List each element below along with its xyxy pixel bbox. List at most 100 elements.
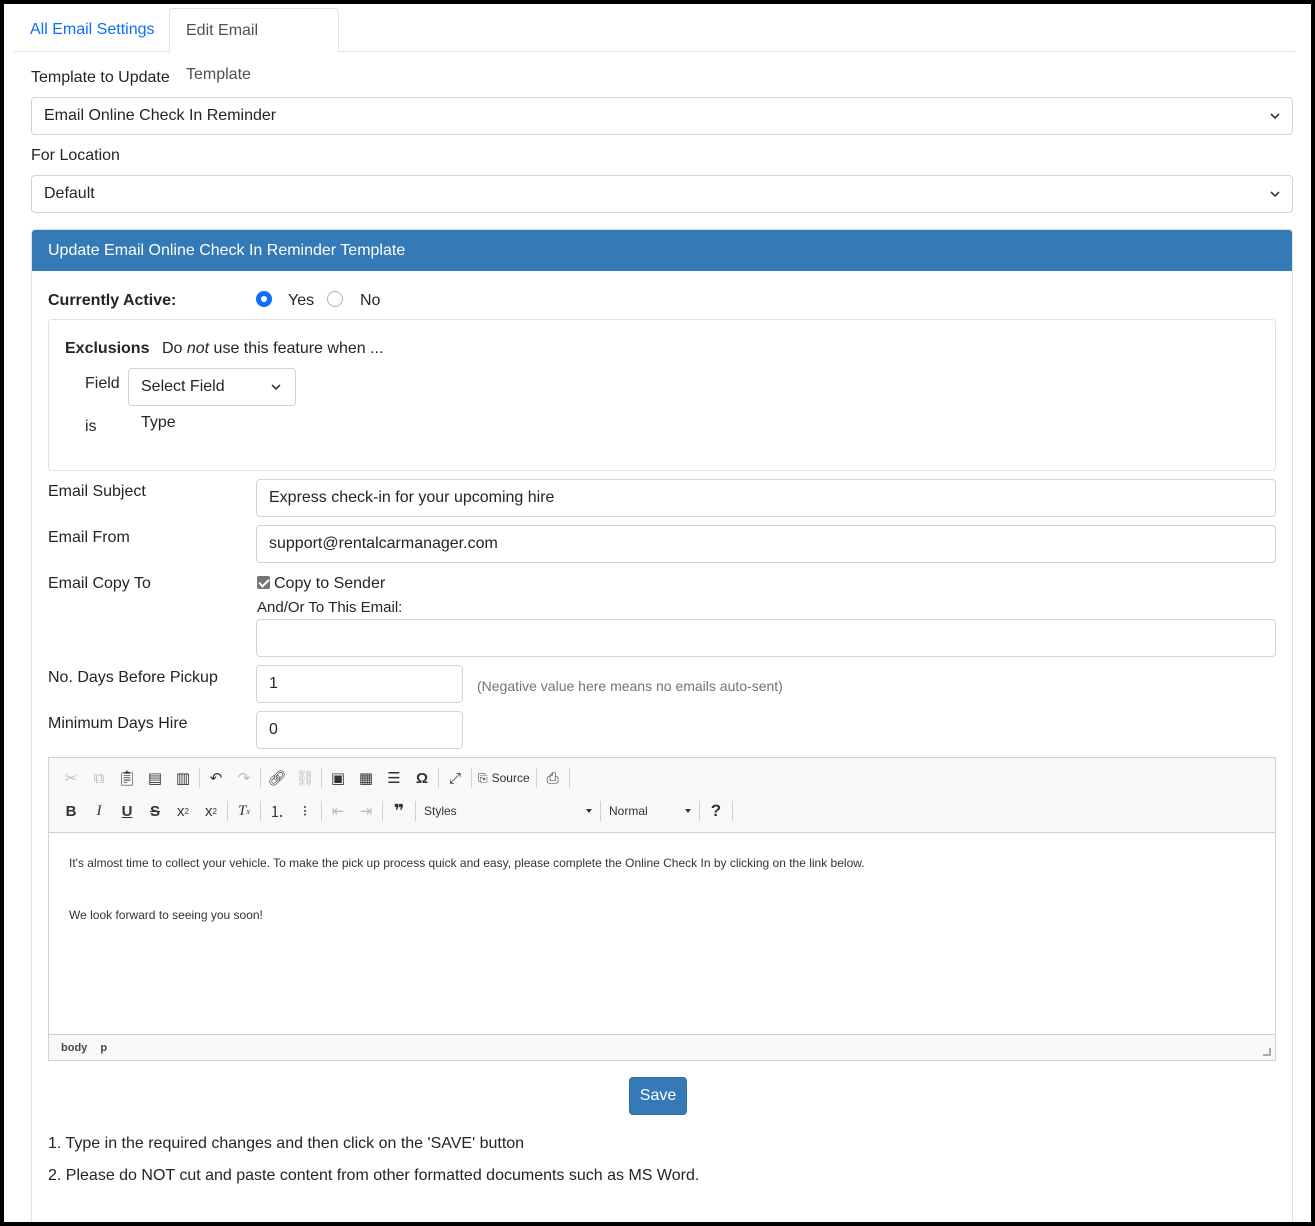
copy-to-sender-checkbox[interactable]	[257, 576, 270, 589]
min-days-label: Minimum Days Hire	[48, 715, 188, 732]
active-no-radio[interactable]	[327, 291, 343, 307]
tab-edit-email-template[interactable]: Edit Email Template	[169, 8, 339, 83]
source-label: Source	[491, 771, 530, 785]
image-icon[interactable]: ▣	[324, 765, 352, 791]
editor-paragraph: We look forward to seeing you soon!	[69, 908, 263, 922]
italic-icon[interactable]: I	[85, 798, 113, 824]
toolbar-separator	[415, 801, 416, 821]
panel-title: Update Email Online Check In Reminder Te…	[32, 230, 1292, 271]
indent-icon[interactable]: ⇥	[352, 798, 380, 824]
tab-bar: All Email Settings Edit Email Template	[14, 8, 1295, 83]
toolbar-separator	[321, 768, 322, 788]
exclusions-desc-pre: Do	[161, 340, 187, 357]
save-button[interactable]: Save	[629, 1077, 687, 1115]
dropdown-arrow-icon	[685, 809, 691, 813]
active-yes-radio[interactable]	[256, 291, 272, 307]
source-icon: ⎘	[478, 770, 488, 785]
exclusions-desc-post: use this feature when ...	[209, 340, 384, 357]
special-char-icon[interactable]: Ω	[408, 765, 436, 791]
copy-to-sender-label[interactable]: Copy to Sender	[274, 575, 385, 593]
email-subject-input[interactable]: Express check-in for your upcoming hire	[256, 479, 1276, 517]
copy-to-email-input[interactable]	[256, 619, 1276, 657]
link-icon[interactable]: 🔗︎	[263, 765, 291, 791]
min-days-input[interactable]: 0	[256, 711, 463, 749]
toolbar-separator	[699, 801, 700, 821]
styles-combo[interactable]: Styles	[418, 798, 598, 824]
paste-text-icon[interactable]: ▤	[141, 765, 169, 791]
email-from-input[interactable]: support@rentalcarmanager.com	[256, 525, 1276, 563]
paste-icon[interactable]: 📋︎	[113, 765, 141, 791]
instruction-note: 2. Please do NOT cut and paste content f…	[48, 1167, 700, 1184]
days-before-input[interactable]: 1	[256, 665, 463, 703]
toolbar-separator	[568, 768, 570, 788]
underline-icon[interactable]: U	[113, 798, 141, 824]
toolbar-separator	[321, 801, 322, 821]
remove-format-icon[interactable]: Tx	[230, 798, 258, 824]
toolbar-separator	[260, 768, 261, 788]
template-select-label: Template to Update	[31, 69, 170, 86]
path-item-p[interactable]: p	[100, 1042, 107, 1054]
table-icon[interactable]: ▦	[352, 765, 380, 791]
location-select-value: Default	[44, 185, 95, 202]
toolbar-separator	[535, 768, 537, 788]
instruction-note: 1. Type in the required changes and then…	[48, 1135, 525, 1152]
numbered-list-icon[interactable]: ⒈	[263, 798, 291, 824]
resize-handle-icon[interactable]	[1263, 1048, 1271, 1056]
email-copy-to-label: Email Copy To	[48, 575, 151, 592]
toolbar-separator	[732, 801, 733, 821]
format-combo[interactable]: Normal	[603, 798, 697, 824]
toolbar-separator	[227, 801, 228, 821]
active-yes-label[interactable]: Yes	[288, 292, 314, 310]
maximize-icon[interactable]: ⤢	[441, 765, 469, 791]
redo-icon[interactable]: ↷	[230, 765, 258, 791]
undo-icon[interactable]: ↶	[202, 765, 230, 791]
exclusions-title: Exclusions	[65, 340, 150, 357]
print-icon[interactable]: ⎙	[539, 765, 567, 791]
styles-combo-label: Styles	[424, 804, 457, 818]
template-select[interactable]: Email Online Check In Reminder	[31, 97, 1293, 135]
bold-icon[interactable]: B	[57, 798, 85, 824]
exclusions-heading: Exclusions Do not use this feature when …	[65, 340, 383, 358]
template-select-value: Email Online Check In Reminder	[44, 107, 277, 124]
exclusions-desc-em: not	[186, 340, 210, 357]
tab-all-email-settings[interactable]: All Email Settings	[14, 8, 171, 52]
editor-toolbar: ✂ ⧉ 📋︎ ▤ ▥ ↶ ↷ 🔗︎ ⛓ ▣ ▦ ☰ Ω ⤢ ⎘ Source ⎙…	[49, 758, 1275, 833]
chevron-down-icon	[1270, 113, 1280, 120]
email-from-label: Email From	[48, 529, 130, 546]
chevron-down-icon	[271, 384, 281, 391]
and-or-email-label: And/Or To This Email:	[257, 599, 403, 616]
editor-content[interactable]: It's almost time to collect your vehicle…	[49, 834, 1275, 1034]
help-icon[interactable]: ?	[702, 798, 730, 824]
toolbar-row-2: B I U S x2 x2 Tx ⒈ ⁝ ⇤ ⇥ ❞ Styles Normal…	[57, 797, 735, 825]
path-item-body[interactable]: body	[61, 1042, 87, 1054]
field-type-select[interactable]: Select Field Type	[128, 368, 296, 431]
outdent-icon[interactable]: ⇤	[324, 798, 352, 824]
location-select-label: For Location	[31, 147, 120, 164]
days-before-hint: (Negative value here means no emails aut…	[477, 678, 783, 694]
unlink-icon[interactable]: ⛓	[291, 765, 319, 791]
paste-word-icon[interactable]: ▥	[169, 765, 197, 791]
email-subject-label: Email Subject	[48, 483, 146, 500]
blockquote-icon[interactable]: ❞	[385, 798, 413, 824]
strikethrough-icon[interactable]: S	[141, 798, 169, 824]
bulleted-list-icon[interactable]: ⁝	[291, 798, 319, 824]
editor-element-path: body p	[49, 1034, 1275, 1060]
cut-icon[interactable]: ✂	[57, 765, 85, 791]
toolbar-separator	[260, 801, 261, 821]
format-combo-label: Normal	[609, 804, 648, 818]
chevron-down-icon	[1270, 191, 1280, 198]
source-button[interactable]: ⎘ Source	[474, 765, 534, 791]
subscript-icon[interactable]: x2	[169, 798, 197, 824]
horizontal-rule-icon[interactable]: ☰	[380, 765, 408, 791]
field-type-value: Select Field Type	[141, 378, 225, 431]
location-select[interactable]: Default	[31, 175, 1293, 213]
copy-icon[interactable]: ⧉	[85, 765, 113, 791]
superscript-icon[interactable]: x2	[197, 798, 225, 824]
currently-active-label: Currently Active:	[48, 292, 177, 309]
dropdown-arrow-icon	[586, 809, 592, 813]
rich-text-editor: ✂ ⧉ 📋︎ ▤ ▥ ↶ ↷ 🔗︎ ⛓ ▣ ▦ ☰ Ω ⤢ ⎘ Source ⎙…	[48, 757, 1276, 1061]
toolbar-separator	[382, 801, 383, 821]
toolbar-separator	[199, 768, 200, 788]
active-no-label[interactable]: No	[360, 292, 380, 310]
editor-paragraph: It's almost time to collect your vehicle…	[69, 856, 865, 870]
